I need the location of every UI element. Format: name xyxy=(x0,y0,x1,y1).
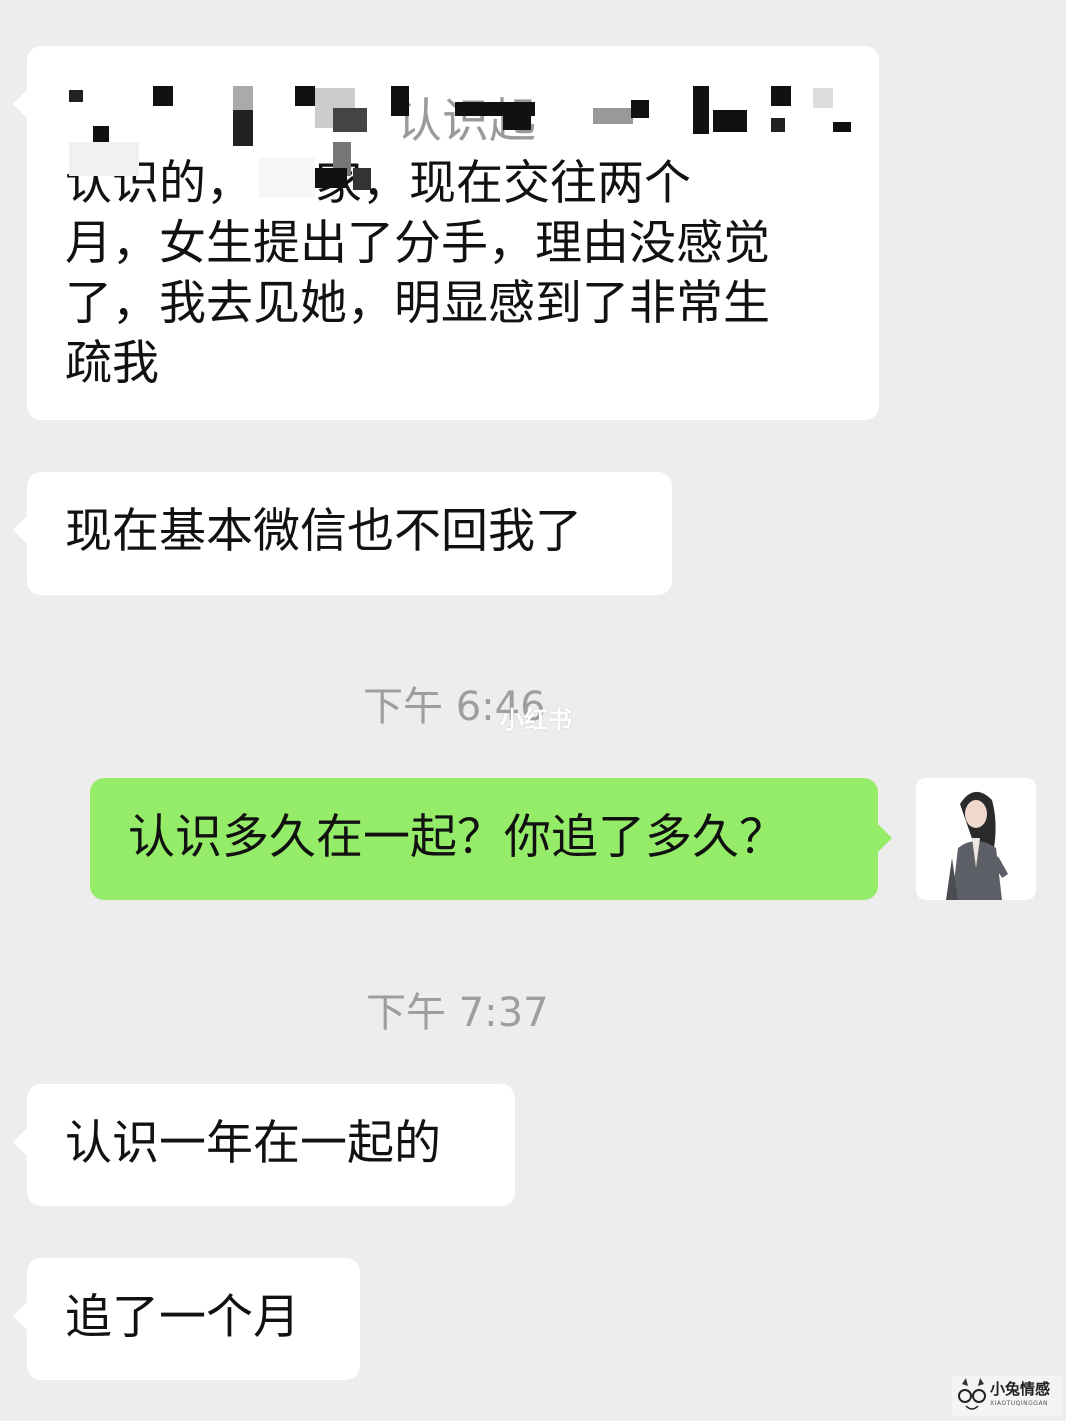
watermark: 小红书 xyxy=(500,706,572,734)
message-line: 认识的， 一家，现在交往两个 xyxy=(65,156,691,211)
message-bubble-outgoing[interactable]: 认识多久在一起？你追了多久？ xyxy=(90,778,892,900)
message-text: 认识多久在一起？你追了多久？ xyxy=(128,810,786,865)
message-text: 认识一年在一起的 xyxy=(65,1116,441,1171)
message-bubble-incoming[interactable]: 追了一个月 xyxy=(13,1258,360,1380)
bubble-tail xyxy=(13,516,27,544)
message-line: 疏我 xyxy=(65,336,159,391)
message-text: 追了一个月 xyxy=(65,1290,300,1345)
avatar-image xyxy=(916,778,1036,900)
message-bubble-incoming[interactable]: 现在基本微信也不回我了 xyxy=(13,472,672,595)
logo-subtext: XIAOTUQINGGAN xyxy=(990,1400,1049,1407)
bubble-tail xyxy=(13,1128,27,1156)
bubble-tail xyxy=(13,90,27,118)
bubble-tail xyxy=(13,1302,27,1330)
message-text: 现在基本微信也不回我了 xyxy=(65,504,582,559)
message-line: 月，女生提出了分手，理由没感觉 xyxy=(65,216,770,271)
message-bubble-incoming[interactable]: 认识一年在一起的 xyxy=(13,1084,515,1206)
logo-text: 小兔情感 xyxy=(990,1380,1051,1398)
bubble-tail xyxy=(878,824,892,852)
message-bubble-incoming[interactable]: 认识起 认识的， 一家，现在交往两个 月，女生提出了分手，理由没感觉 了，我去见… xyxy=(13,46,879,420)
avatar[interactable] xyxy=(916,778,1036,900)
glasses-icon xyxy=(958,1378,986,1410)
timestamp: 下午 7:37 xyxy=(366,990,549,1036)
brand-logo: 小兔情感 XIAOTUQINGGAN xyxy=(952,1376,1062,1416)
message-line: 了，我去见她，明显感到了非常生 xyxy=(65,276,770,331)
